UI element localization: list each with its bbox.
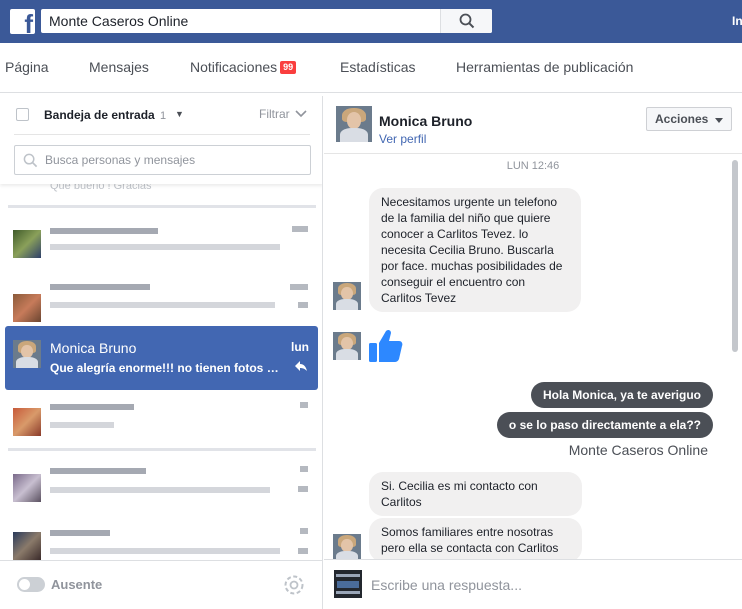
filter-button[interactable]: Filtrar (259, 107, 290, 121)
blurred-name (50, 468, 146, 474)
blurred-snippet (50, 422, 114, 428)
avatar (333, 282, 361, 310)
tab-mensajes[interactable]: Mensajes (89, 59, 149, 75)
facebook-logo-icon[interactable]: f (10, 9, 35, 34)
time-separator: LUN 12:46 (506, 160, 560, 172)
inbox-footer: Ausente (0, 560, 322, 609)
blurred-time (300, 402, 308, 408)
message-list: LUN 12:46 Necesitamos urgente un telefon… (324, 154, 742, 559)
tab-notificaciones-label: Notificaciones (190, 59, 278, 75)
avatar[interactable] (336, 106, 372, 142)
blurred-time (300, 528, 308, 534)
away-toggle[interactable] (17, 577, 45, 592)
inbox-header: Bandeja de entrada 1 ▼ Filtrar Busca per… (0, 96, 322, 184)
caret-down-icon (715, 118, 723, 123)
list-divider (8, 205, 316, 208)
avatar (13, 474, 41, 502)
thread-name: Monica Bruno (50, 340, 137, 356)
message-outgoing[interactable]: Hola Monica, ya te averiguo (530, 382, 713, 408)
sender-label: Monte Caseros Online (568, 442, 708, 458)
search-icon (459, 13, 475, 29)
page-nav: Página Mensajes Notificaciones 99 Estadís… (0, 43, 742, 93)
away-label: Ausente (51, 577, 103, 592)
blurred-snippet (50, 487, 270, 493)
actions-label: Acciones (655, 112, 709, 126)
view-profile-link[interactable]: Ver perfil (379, 132, 426, 146)
avatar (333, 534, 361, 559)
reply-input[interactable]: Escribe una respuesta... (371, 577, 522, 593)
composer: Escribe una respuesta... (324, 559, 742, 609)
message-incoming[interactable]: Necesitamos urgente un telefono de la fa… (369, 188, 581, 312)
blurred-icon (298, 302, 308, 308)
actions-button[interactable]: Acciones (646, 107, 732, 131)
thread-snippet: Que alegría enorme!!! no tienen fotos pa… (50, 361, 280, 375)
tab-pagina[interactable]: Página (5, 59, 49, 75)
blurred-name (50, 404, 134, 410)
avatar (13, 532, 41, 560)
top-bar: f Monte Caseros Online In (0, 0, 742, 43)
tab-herramientas[interactable]: Herramientas de publicación (456, 59, 633, 75)
message-incoming[interactable]: Si. Cecilia es mi contacto con Carlitos (369, 472, 582, 516)
blurred-snippet (50, 244, 280, 250)
message-outgoing[interactable]: o se lo paso directamente a ela?? (496, 412, 713, 438)
avatar (13, 230, 41, 258)
blurred-time (292, 226, 308, 232)
conversation-name[interactable]: Monica Bruno (379, 113, 472, 129)
tab-notificaciones[interactable]: Notificaciones 99 (190, 59, 297, 75)
avatar (13, 294, 41, 322)
list-item[interactable] (5, 212, 318, 276)
avatar (333, 332, 361, 360)
inbox-count: 1 (160, 110, 167, 122)
inbox-search-input[interactable]: Busca personas y mensajes (14, 145, 311, 175)
avatar (13, 408, 41, 436)
blurred-time (300, 466, 308, 472)
blurred-icon (298, 548, 308, 554)
inbox-pane: Bandeja de entrada 1 ▼ Filtrar Busca per… (0, 96, 323, 609)
conversation-header: Monica Bruno Ver perfil Acciones (324, 96, 742, 154)
global-search-input[interactable]: Monte Caseros Online (41, 9, 492, 33)
search-icon (23, 153, 38, 168)
chevron-down-icon[interactable] (294, 106, 308, 120)
list-item[interactable] (5, 456, 318, 520)
gear-icon[interactable] (283, 574, 305, 596)
notifications-badge: 99 (280, 61, 297, 74)
search-button[interactable] (440, 9, 492, 33)
page-avatar (334, 570, 362, 598)
blurred-snippet (50, 302, 275, 308)
avatar (13, 340, 41, 368)
list-item[interactable] (5, 390, 318, 454)
tab-estadisticas[interactable]: Estadísticas (340, 59, 415, 75)
conversation-pane: Monica Bruno Ver perfil Acciones LUN 12:… (324, 96, 742, 609)
scrollbar[interactable] (732, 160, 738, 352)
blurred-icon (298, 486, 308, 492)
inbox-title[interactable]: Bandeja de entrada (44, 108, 155, 122)
blurred-name (50, 530, 110, 536)
thumbs-up-icon[interactable] (368, 328, 404, 364)
inbox-dropdown-icon[interactable]: ▼ (175, 109, 184, 119)
header-divider (14, 134, 310, 135)
inbox-search-placeholder: Busca personas y mensajes (45, 153, 196, 167)
blurred-name (50, 228, 158, 234)
blurred-time (290, 284, 308, 290)
thread-time: lun (291, 340, 309, 354)
select-all-checkbox[interactable] (16, 108, 29, 121)
thread-monica-bruno[interactable]: Monica Bruno Que alegría enorme!!! no ti… (5, 326, 318, 390)
user-profile-link[interactable]: In (732, 14, 742, 28)
message-incoming[interactable]: Somos familiares entre nosotras pero ell… (369, 518, 582, 559)
search-input-value[interactable]: Monte Caseros Online (49, 13, 188, 29)
reply-icon (295, 361, 307, 371)
blurred-snippet (50, 548, 280, 554)
blurred-name (50, 284, 150, 290)
list-divider (8, 448, 316, 451)
